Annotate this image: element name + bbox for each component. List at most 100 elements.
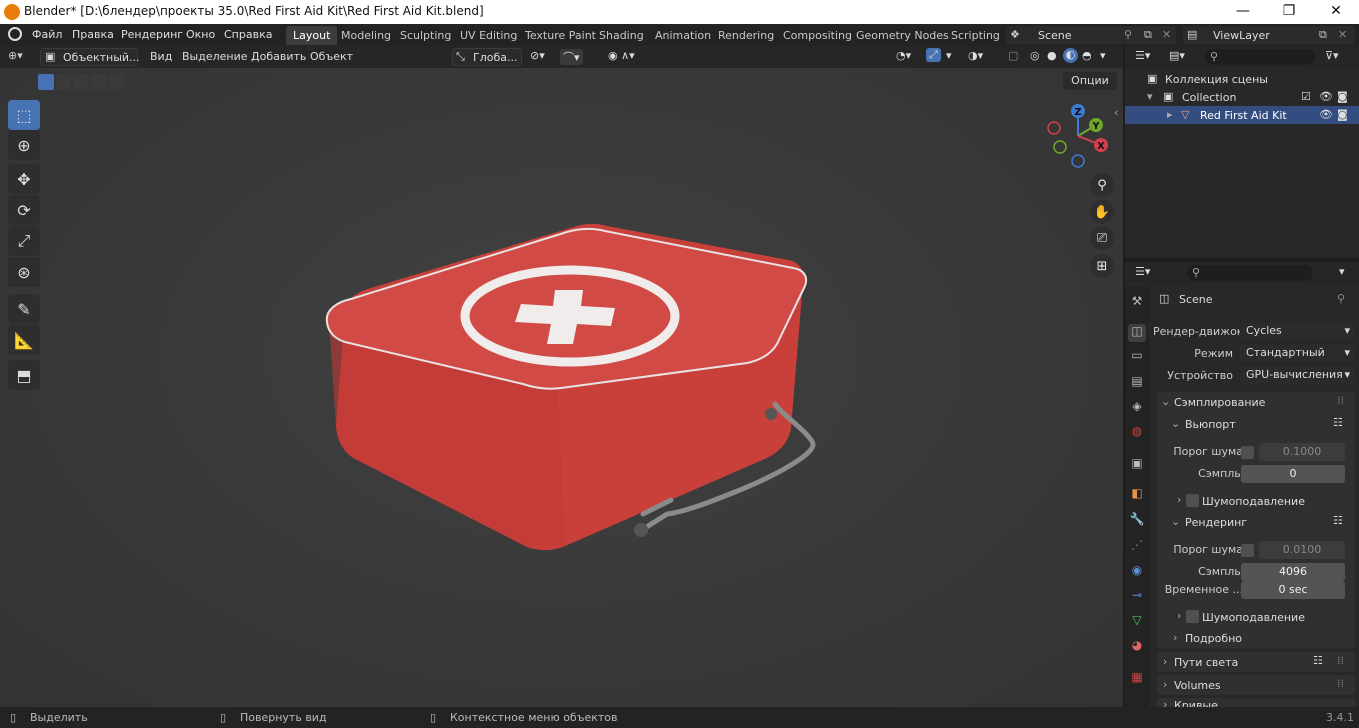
maximize-button[interactable]: ❐ (1266, 0, 1312, 24)
add-cube-tool-icon[interactable]: ⬒ (8, 360, 40, 390)
r-denoise-chevron-icon[interactable]: › (1177, 609, 1181, 622)
object-visibility-icon[interactable]: 👁 (1319, 108, 1333, 121)
select-invert-icon[interactable] (90, 74, 107, 90)
object-expand-icon[interactable]: ▸ (1167, 108, 1173, 121)
tab-compositing[interactable]: Compositing (776, 26, 859, 45)
editor-type-icon[interactable]: ⊕▾ (8, 49, 23, 62)
light-paths-presets-icon[interactable]: ☷ (1313, 654, 1323, 667)
vp-noise-threshold-field[interactable]: 0.1000 (1259, 443, 1345, 461)
viewport-subpanel-header[interactable]: ⌄ Вьюпорт ☷ (1165, 414, 1351, 434)
tab-sculpting[interactable]: Sculpting (393, 26, 458, 45)
gizmo-neg-x[interactable] (1047, 121, 1061, 135)
filter-icon[interactable]: ⊽▾ (1325, 49, 1339, 62)
scene-selector[interactable]: ❖ Scene ⚲ ⧉ ✕ (1006, 26, 1176, 44)
viewlayer-selector[interactable]: ▤ ViewLayer ⧉ ✕ (1183, 26, 1355, 44)
gizmo-neg-y[interactable] (1053, 140, 1067, 154)
properties-options-icon[interactable]: ▾ (1339, 265, 1345, 278)
tab-texture-paint[interactable]: Texture Paint (518, 26, 603, 45)
render-engine-select[interactable]: Cycles ▾ (1240, 322, 1354, 340)
r-noise-threshold-field[interactable]: 0.0100 (1259, 541, 1345, 559)
overlay-icon[interactable]: ◑▾ (968, 49, 983, 62)
delete-scene-icon[interactable]: ✕ (1162, 28, 1171, 41)
render-presets-icon[interactable]: ☷ (1333, 514, 1343, 527)
vp-denoise-checkbox[interactable] (1186, 494, 1199, 507)
outliner-search-input[interactable]: ⚲ (1205, 49, 1315, 65)
minimize-button[interactable]: — (1220, 0, 1266, 24)
tab-geometry-nodes[interactable]: Geometry Nodes (849, 26, 956, 45)
rotate-tool-icon[interactable]: ⟳ (8, 195, 40, 225)
tab-layout[interactable]: Layout (286, 26, 338, 45)
menu-view[interactable]: Вид (150, 50, 172, 63)
mode-select[interactable]: Стандартный ▾ (1240, 344, 1354, 362)
props-pin-icon[interactable]: ⚲ (1337, 292, 1345, 305)
vp-samples-field[interactable]: 0 (1241, 465, 1345, 483)
tab-rendering[interactable]: Rendering (711, 26, 781, 45)
tab-modeling[interactable]: Modeling (334, 26, 398, 45)
display-mode-icon[interactable]: ▤▾ (1169, 49, 1185, 62)
texture-tab-icon[interactable]: ▦ (1128, 670, 1146, 688)
sampling-drag-icon[interactable]: ⁞⁞ (1337, 394, 1344, 407)
transform-tool-icon[interactable]: ⊛ (8, 257, 40, 287)
annotate-tool-icon[interactable]: ✎ (8, 294, 40, 324)
collection-visibility-icon[interactable]: 👁 (1319, 90, 1333, 103)
tab-animation[interactable]: Animation (648, 26, 718, 45)
outliner-row-collection[interactable]: ▾ ▣ Collection ☑ 👁 ◙ (1125, 88, 1359, 106)
menu-file[interactable]: Файл (32, 28, 62, 41)
delete-viewlayer-icon[interactable]: ✕ (1338, 28, 1347, 41)
solid-shading-icon[interactable]: ● (1047, 49, 1057, 62)
camera-view-icon[interactable]: ⎚ (1090, 226, 1114, 250)
particles-tab-icon[interactable]: ⋰ (1128, 538, 1146, 556)
object-render-icon[interactable]: ◙ (1337, 108, 1348, 121)
volumes-drag-icon[interactable]: ⁞⁞ (1337, 677, 1344, 690)
select-intersect-icon[interactable] (108, 74, 124, 90)
select-new-icon[interactable] (38, 74, 54, 90)
rendered-shading-icon[interactable]: ◓ (1082, 49, 1092, 62)
menu-select[interactable]: Выделение (182, 50, 248, 63)
select-subtract-icon[interactable] (73, 74, 89, 90)
sampling-header[interactable]: ⌄ Сэмплирование ⁞⁞ (1157, 392, 1355, 412)
select-box-tool-icon[interactable]: ⬚ (8, 100, 40, 130)
render-tab-icon[interactable]: ◫ (1128, 324, 1146, 342)
menu-help[interactable]: Справка (224, 28, 272, 41)
scale-tool-icon[interactable]: ⤢ (8, 226, 40, 256)
menu-object[interactable]: Объект (310, 50, 353, 63)
snap-icon[interactable]: ⌒▾ (560, 49, 583, 65)
properties-search-input[interactable]: ⚲ (1187, 265, 1313, 281)
tool-tab-icon[interactable]: ⚒ (1128, 294, 1146, 312)
cursor-tool-icon[interactable]: ⊕ (8, 130, 40, 160)
wireframe-shading-icon[interactable]: ◎ (1030, 49, 1040, 62)
r-samples-field[interactable]: 4096 (1241, 563, 1345, 581)
tab-shading[interactable]: Shading (592, 26, 651, 45)
render-subpanel-header[interactable]: ⌄ Рендеринг ☷ (1165, 512, 1351, 532)
pan-hand-icon[interactable]: ✋ (1090, 200, 1114, 224)
collection-tab-icon[interactable]: ▣ (1128, 456, 1146, 474)
constraints-tab-icon[interactable]: ⊸ (1128, 588, 1146, 606)
move-tool-icon[interactable]: ✥ (8, 164, 40, 194)
zoom-icon[interactable]: ⚲ (1090, 173, 1114, 197)
gizmo-neg-z[interactable] (1071, 154, 1085, 168)
outliner-row-object[interactable]: ▸ ▽ Red First Aid Kit 👁 ◙ (1125, 106, 1359, 124)
menu-edit[interactable]: Правка (72, 28, 114, 41)
outliner-editor-icon[interactable]: ☰▾ (1135, 49, 1150, 62)
first-aid-kit-model[interactable] (315, 218, 825, 558)
light-paths-panel[interactable]: › Пути света ☷ ⁞⁞ (1157, 652, 1355, 672)
modifiers-tab-icon[interactable]: 🔧 (1128, 512, 1146, 530)
pin-icon[interactable]: ⚲ (1124, 28, 1132, 41)
time-limit-field[interactable]: 0 sec (1241, 581, 1345, 599)
light-paths-drag-icon[interactable]: ⁞⁞ (1337, 654, 1344, 667)
gizmo-toggle-icon[interactable]: ⤢ (926, 48, 941, 62)
object-tab-icon[interactable]: ◧ (1128, 486, 1146, 504)
scene-tab-icon[interactable]: ◈ (1128, 399, 1146, 417)
properties-editor-icon[interactable]: ☰▾ (1135, 265, 1150, 278)
navigation-gizmo[interactable]: Z Y X (1040, 98, 1116, 170)
tab-uv-editing[interactable]: UV Editing (453, 26, 524, 45)
viewport-presets-icon[interactable]: ☷ (1333, 416, 1343, 429)
physics-tab-icon[interactable]: ◉ (1128, 563, 1146, 581)
pivot-icon[interactable]: ⊘▾ (530, 49, 545, 62)
collection-render-icon[interactable]: ◙ (1337, 90, 1348, 103)
expand-arrow-icon[interactable]: ▾ (1147, 90, 1153, 103)
proportional-edit-icon[interactable]: ◉ ∧▾ (608, 49, 635, 62)
menu-render[interactable]: Рендеринг (121, 28, 183, 41)
visibility-icon[interactable]: ◔▾ (896, 49, 911, 62)
new-scene-icon[interactable]: ⧉ (1144, 28, 1152, 42)
